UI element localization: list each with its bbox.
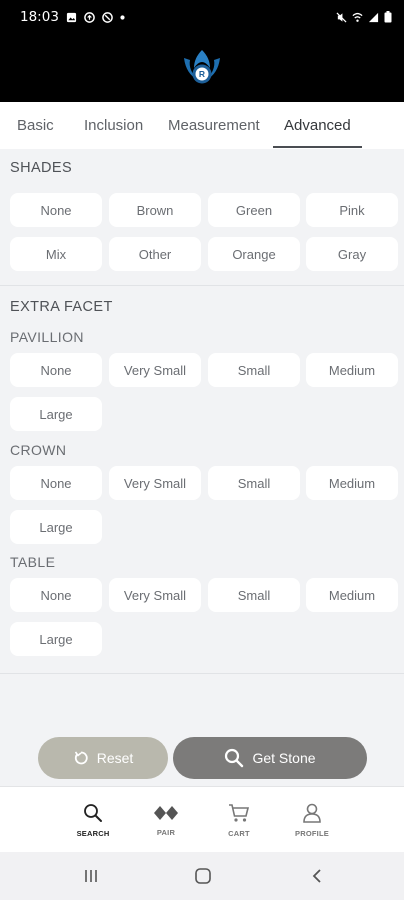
table-option-very-small[interactable]: Very Small: [109, 578, 201, 612]
nav-profile[interactable]: PROFILE: [280, 787, 344, 853]
shade-option-none[interactable]: None: [10, 193, 102, 227]
reset-icon: [74, 751, 88, 765]
dnd-icon: [102, 11, 113, 23]
nav-search[interactable]: SEARCH: [61, 787, 125, 853]
tab-advanced[interactable]: Advanced: [273, 102, 362, 149]
recents-icon: [85, 870, 97, 882]
section-divider: [0, 285, 404, 286]
tab-measurement[interactable]: Measurement: [168, 102, 260, 149]
home-button[interactable]: [173, 852, 233, 900]
get-stone-button[interactable]: Get Stone: [173, 737, 367, 779]
crown-title: CROWN: [10, 442, 67, 458]
battery-icon: [384, 11, 392, 23]
status-time: 18:03: [20, 9, 59, 25]
shade-option-orange[interactable]: Orange: [208, 237, 300, 271]
shade-option-green[interactable]: Green: [208, 193, 300, 227]
table-title: TABLE: [10, 554, 56, 570]
shades-title: SHADES: [10, 160, 73, 176]
status-bar: 18:03: [0, 0, 404, 34]
crown-option-medium[interactable]: Medium: [306, 466, 398, 500]
shade-option-other[interactable]: Other: [109, 237, 201, 271]
bottom-nav: SEARCH PAIR CART PROFILE: [0, 786, 404, 852]
pavillion-option-large[interactable]: Large: [10, 397, 102, 431]
shade-option-pink[interactable]: Pink: [306, 193, 398, 227]
pavillion-option-small[interactable]: Small: [208, 353, 300, 387]
section-divider: [0, 673, 404, 674]
dot-icon: [120, 14, 125, 20]
pavillion-option-none[interactable]: None: [10, 353, 102, 387]
home-icon: [195, 868, 211, 884]
wifi-icon: [352, 12, 363, 22]
app-header: R: [0, 34, 404, 102]
image-icon: [66, 12, 76, 22]
back-icon: [312, 869, 321, 883]
search-icon: [225, 748, 244, 768]
system-nav-bar: [0, 852, 404, 900]
crown-option-large[interactable]: Large: [10, 510, 102, 544]
shade-option-brown[interactable]: Brown: [109, 193, 201, 227]
data-saver-icon: [84, 11, 95, 23]
shade-option-mix[interactable]: Mix: [10, 237, 102, 271]
signal-icon: [368, 12, 379, 22]
pavillion-option-medium[interactable]: Medium: [306, 353, 398, 387]
nav-cart[interactable]: CART: [207, 787, 271, 853]
table-option-large[interactable]: Large: [10, 622, 102, 656]
table-option-small[interactable]: Small: [208, 578, 300, 612]
recents-button[interactable]: [61, 852, 121, 900]
cart-icon: [229, 803, 250, 822]
nav-pair[interactable]: PAIR: [134, 787, 198, 853]
crown-option-none[interactable]: None: [10, 466, 102, 500]
mute-icon: [336, 11, 347, 23]
shade-option-gray[interactable]: Gray: [306, 237, 398, 271]
tab-basic[interactable]: Basic: [17, 102, 54, 149]
logo-letter: R: [199, 69, 205, 79]
nav-pair-label: PAIR: [156, 827, 176, 837]
crown-option-small[interactable]: Small: [208, 466, 300, 500]
crown-option-very-small[interactable]: Very Small: [109, 466, 201, 500]
pavillion-option-very-small[interactable]: Very Small: [109, 353, 201, 387]
search-icon: [84, 803, 102, 822]
nav-search-label: SEARCH: [76, 828, 110, 838]
filter-tabs: Basic Inclusion Measurement Advanced: [0, 102, 404, 149]
diamond-pair-icon: [154, 805, 178, 820]
back-button[interactable]: [287, 852, 347, 900]
reset-button[interactable]: Reset: [38, 737, 168, 779]
nav-profile-label: PROFILE: [295, 828, 329, 838]
table-option-none[interactable]: None: [10, 578, 102, 612]
profile-icon: [303, 803, 321, 823]
lotus-r-logo: R: [184, 50, 220, 84]
reset-label: Reset: [96, 750, 134, 766]
extra-facet-title: EXTRA FACET: [10, 299, 113, 315]
pavillion-title: PAVILLION: [10, 329, 84, 345]
nav-cart-label: CART: [228, 828, 250, 838]
get-stone-label: Get Stone: [252, 750, 316, 766]
tab-inclusion[interactable]: Inclusion: [84, 102, 143, 149]
table-option-medium[interactable]: Medium: [306, 578, 398, 612]
